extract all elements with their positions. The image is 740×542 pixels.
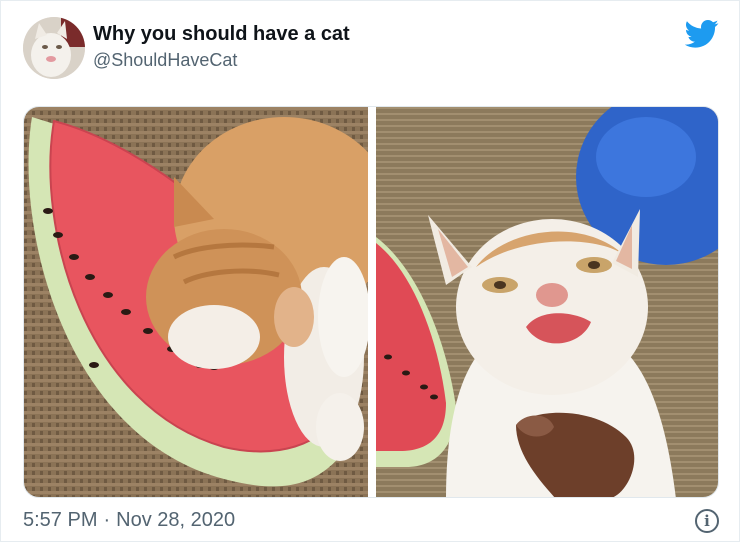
- photo-cat-with-watermelon-juice[interactable]: [376, 107, 718, 497]
- author-handle[interactable]: @ShouldHaveCat: [93, 50, 237, 71]
- tweet-card[interactable]: Why you should have a cat @ShouldHaveCat: [0, 0, 740, 542]
- author-name[interactable]: Why you should have a cat: [93, 23, 350, 46]
- avatar-cat-image: [23, 17, 85, 79]
- tweet-time: 5:57 PM: [23, 509, 98, 531]
- meta-separator: ·: [103, 509, 111, 531]
- author-avatar[interactable]: [23, 17, 85, 79]
- tweet-media[interactable]: [23, 106, 719, 498]
- info-glyph: i: [704, 512, 710, 530]
- tweet-date: Nov 28, 2020: [116, 509, 236, 531]
- info-icon[interactable]: i: [695, 509, 719, 533]
- twitter-bird-icon[interactable]: [684, 19, 719, 49]
- tweet-header: Why you should have a cat @ShouldHaveCat: [23, 15, 719, 81]
- tweet-footer: 5:57 PM · Nov 28, 2020 i: [23, 507, 719, 535]
- tweet-timestamp[interactable]: 5:57 PM · Nov 28, 2020: [23, 509, 235, 532]
- photo-cat-eating-watermelon[interactable]: [24, 107, 368, 497]
